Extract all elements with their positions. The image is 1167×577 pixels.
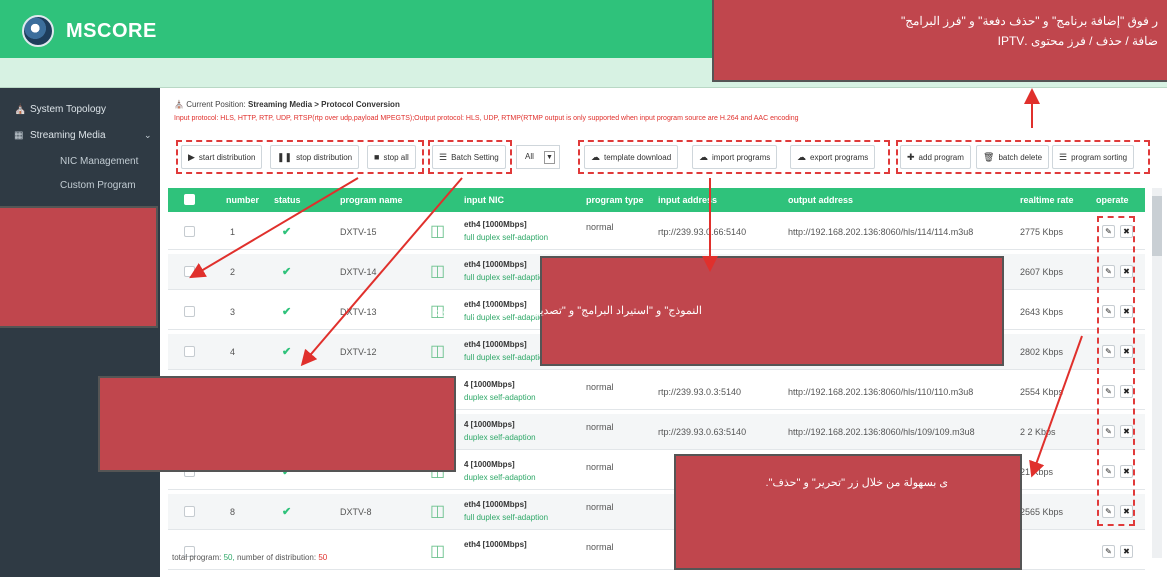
arrow-to-bottom-left-box (300, 177, 463, 367)
arrow-to-left-box (189, 177, 359, 279)
arrow-to-bottom-right-box (1029, 335, 1083, 478)
annotation-arrows (189, 88, 1083, 478)
